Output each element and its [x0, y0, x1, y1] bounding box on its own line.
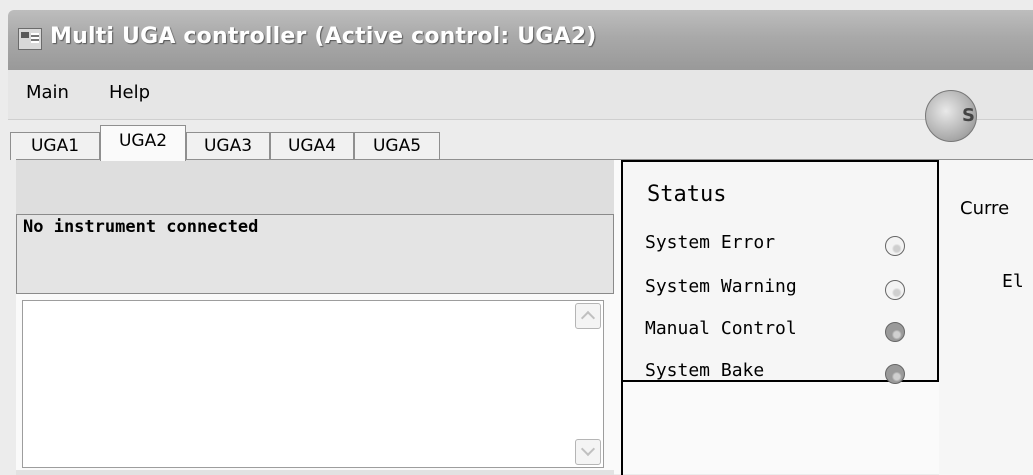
system-warning-led-icon	[885, 280, 905, 300]
tab-uga4[interactable]: UGA4	[270, 132, 354, 160]
log-textarea[interactable]	[22, 300, 604, 468]
tab-uga1[interactable]: UGA1	[10, 132, 100, 160]
window-title: Multi UGA controller (Active control: UG…	[50, 24, 597, 49]
scroll-down-icon[interactable]	[575, 439, 601, 465]
instrument-status-box: No instrument connected	[16, 214, 614, 294]
title-bar[interactable]: Multi UGA controller (Active control: UG…	[8, 10, 1033, 70]
tab-strip: UGA1 UGA2 UGA3 UGA4 UGA5	[8, 120, 1033, 161]
scroll-up-icon[interactable]	[575, 303, 601, 329]
status-panel: Status System Error System Warning Manua…	[623, 160, 939, 384]
system-error-led-icon	[885, 236, 905, 256]
bottom-strip	[16, 470, 614, 475]
tab-uga2[interactable]: UGA2	[100, 125, 186, 161]
tab-content: No instrument connected Status System Er…	[16, 159, 1033, 475]
menu-bar: Main Help	[8, 70, 1033, 120]
system-bake-led-icon	[885, 364, 905, 384]
menu-help[interactable]: Help	[109, 82, 150, 103]
status-label-system-warning: System Warning	[645, 276, 797, 297]
round-button-text: S	[962, 105, 975, 126]
el-label: El	[1002, 271, 1024, 292]
current-label: Curre	[960, 198, 1010, 219]
status-label-system-error: System Error	[645, 232, 776, 253]
header-strip	[16, 160, 614, 214]
status-title: Status	[647, 182, 727, 207]
instrument-message: No instrument connected	[23, 217, 259, 237]
menu-main[interactable]: Main	[26, 82, 69, 103]
status-label-manual-control: Manual Control	[645, 318, 797, 339]
status-label-system-bake: System Bake	[645, 360, 765, 381]
app-icon	[18, 28, 42, 50]
round-control-button[interactable]: S	[925, 90, 977, 142]
tab-uga5[interactable]: UGA5	[354, 132, 440, 160]
manual-control-led-icon	[885, 322, 905, 342]
tab-uga3[interactable]: UGA3	[186, 132, 270, 160]
